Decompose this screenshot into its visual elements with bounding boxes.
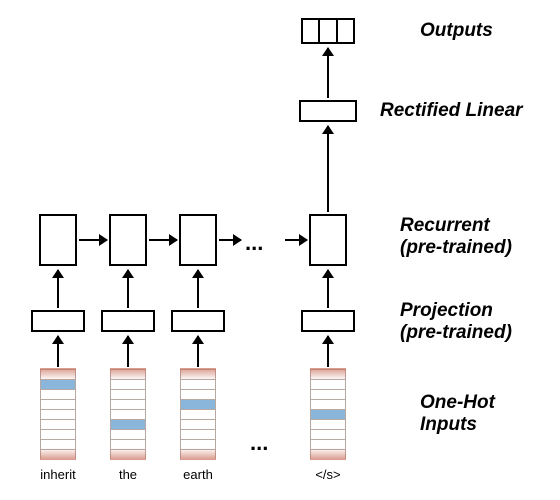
arrow-up (127, 270, 129, 308)
label-outputs: Outputs (420, 20, 493, 42)
onehot-cell-hot (310, 409, 346, 419)
arrow-up (57, 336, 59, 367)
projection-box (171, 310, 225, 332)
recurrent-box (309, 214, 347, 266)
label-recurrent-l2: (pre-trained) (400, 237, 512, 258)
onehot-cell (310, 389, 346, 399)
arrow-right (79, 239, 107, 241)
onehot-cell (310, 379, 346, 389)
onehot-cell-hot (180, 399, 216, 409)
arrow-up (127, 336, 129, 367)
onehot-cell (180, 369, 216, 379)
token-label: earth (170, 467, 226, 482)
onehot-cell (310, 449, 346, 459)
arrow-up (327, 126, 329, 212)
onehot-cell (180, 419, 216, 429)
onehot-cell (110, 369, 146, 379)
label-projection: Projection (pre-trained) (400, 300, 512, 345)
arrow-right (285, 239, 307, 241)
onehot-cell (40, 389, 76, 399)
recurrent-box (109, 214, 147, 266)
onehot-cell (40, 409, 76, 419)
onehot-cell (40, 449, 76, 459)
onehot-cell (40, 399, 76, 409)
onehot-vector (110, 369, 146, 459)
output-slot (301, 18, 318, 44)
outputs-box (301, 18, 355, 44)
ellipsis-recurrent: ... (245, 230, 263, 256)
onehot-cell (110, 429, 146, 439)
onehot-vector (180, 369, 216, 459)
rectified-linear-box (299, 100, 357, 122)
onehot-cell (180, 379, 216, 389)
onehot-cell (310, 419, 346, 429)
onehot-cell (110, 409, 146, 419)
label-recurrent-l1: Recurrent (400, 215, 490, 236)
onehot-cell (40, 369, 76, 379)
onehot-cell (40, 429, 76, 439)
onehot-cell (180, 409, 216, 419)
onehot-cell (180, 429, 216, 439)
label-onehot-l1: One-Hot (420, 392, 495, 413)
onehot-cell (180, 449, 216, 459)
arrow-up (197, 270, 199, 308)
ellipsis-onehot: ... (250, 430, 268, 456)
arrow-up (57, 270, 59, 308)
onehot-cell (310, 429, 346, 439)
label-projection-l2: (pre-trained) (400, 322, 512, 343)
onehot-cell (40, 439, 76, 449)
arrow-up (327, 270, 329, 308)
token-label: </s> (300, 467, 356, 482)
token-label: inherit (30, 467, 86, 482)
onehot-vector (310, 369, 346, 459)
arrow-up (327, 336, 329, 367)
onehot-cell (180, 439, 216, 449)
onehot-cell (110, 399, 146, 409)
onehot-cell (110, 379, 146, 389)
projection-box (301, 310, 355, 332)
onehot-cell (40, 419, 76, 429)
output-slot (318, 18, 335, 44)
output-slot (336, 18, 355, 44)
arrow-right (219, 239, 241, 241)
arrow-up (197, 336, 199, 367)
label-onehot-l2: Inputs (420, 414, 477, 435)
onehot-cell (180, 389, 216, 399)
onehot-vector (40, 369, 76, 459)
onehot-cell-hot (40, 379, 76, 389)
arrow-right (149, 239, 177, 241)
arrow-up (327, 48, 329, 98)
label-projection-l1: Projection (400, 300, 493, 321)
onehot-cell (110, 449, 146, 459)
label-onehot: One-Hot Inputs (420, 392, 495, 437)
label-rectified: Rectified Linear (380, 100, 523, 122)
onehot-cell-hot (110, 419, 146, 429)
projection-box (101, 310, 155, 332)
projection-box (31, 310, 85, 332)
onehot-cell (110, 389, 146, 399)
token-label: the (100, 467, 156, 482)
onehot-cell (310, 369, 346, 379)
recurrent-box (39, 214, 77, 266)
recurrent-box (179, 214, 217, 266)
label-recurrent: Recurrent (pre-trained) (400, 215, 512, 260)
onehot-cell (110, 439, 146, 449)
onehot-cell (310, 399, 346, 409)
onehot-cell (310, 439, 346, 449)
